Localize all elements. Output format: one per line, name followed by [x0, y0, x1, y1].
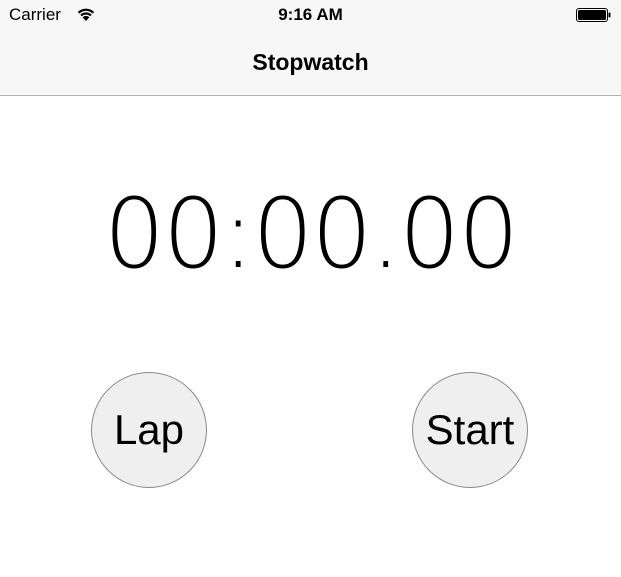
battery-icon [576, 8, 611, 22]
stopwatch-display: 00:00.00 [103, 178, 519, 290]
start-button[interactable]: Start [412, 372, 528, 488]
stopwatch-screen: Carrier 9:16 AM Stopwatch 00:00.00 Lap S… [0, 0, 621, 577]
lap-button[interactable]: Lap [91, 372, 207, 488]
status-bar: Carrier 9:16 AM [0, 0, 621, 30]
nav-title: Stopwatch [252, 49, 369, 75]
status-time: 9:16 AM [278, 5, 343, 24]
top-bar: Carrier 9:16 AM Stopwatch [0, 0, 621, 96]
